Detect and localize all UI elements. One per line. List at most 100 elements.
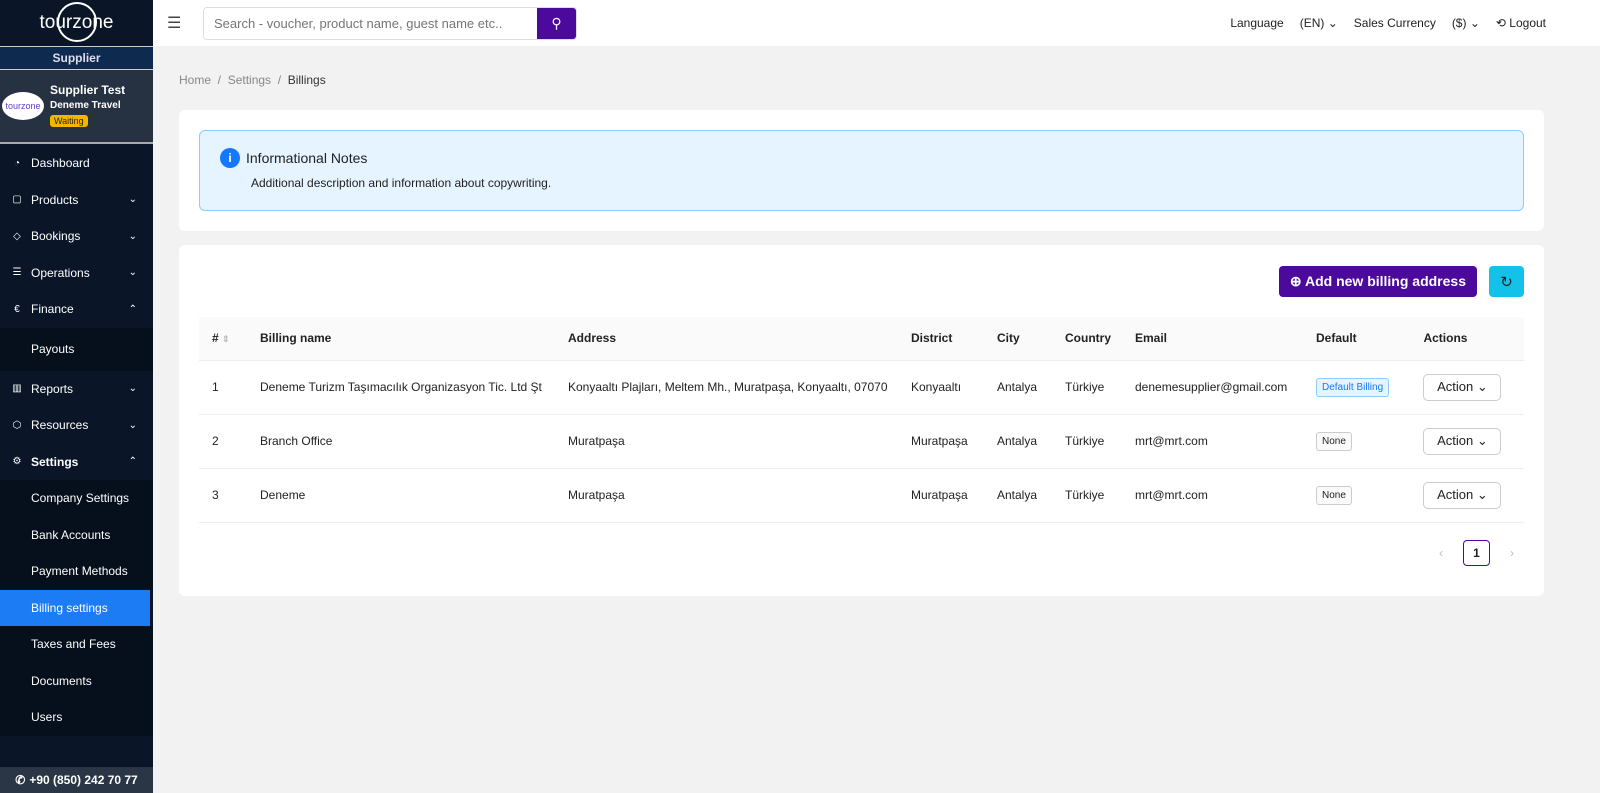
billing-card: ⊕ Add new billing address ↻ # ⇕ Billing … xyxy=(179,245,1544,596)
sidebar-item-taxes-and-fees[interactable]: Taxes and Fees xyxy=(0,626,153,663)
support-phone[interactable]: ✆ +90 (850) 242 70 77 xyxy=(0,767,153,793)
action-dropdown[interactable]: Action ⌄ xyxy=(1423,373,1502,401)
label: Dashboard xyxy=(31,156,90,171)
sidebar-item-payment-methods[interactable]: Payment Methods xyxy=(0,553,153,590)
cell-default: Default Billing xyxy=(1303,360,1411,415)
sidebar-item-products[interactable]: ▢ Products ⌄ xyxy=(0,182,153,219)
search-box: ⚲ xyxy=(203,6,577,40)
logout-button[interactable]: ⟲ Logout xyxy=(1496,16,1546,30)
col-number[interactable]: # ⇕ xyxy=(199,317,247,361)
sidebar-item-payouts[interactable]: Payouts xyxy=(0,327,153,371)
nav-menu: ◔ Dashboard ▢ Products ⌄ ◇ Bookings ⌄ ☰ Operat… xyxy=(0,145,153,736)
cell-name: Branch Office xyxy=(247,414,555,469)
action-dropdown[interactable]: Action ⌄ xyxy=(1423,427,1502,455)
label: Finance xyxy=(31,302,74,317)
chevron-down-icon: ⌄ xyxy=(128,194,137,206)
info-title: Informational Notes xyxy=(246,150,368,166)
info-icon: i xyxy=(220,148,240,168)
chevron-up-icon: ⌃ xyxy=(128,303,137,315)
currency-value: ($) xyxy=(1451,16,1467,30)
profile-card: tourzone Supplier Test Deneme Travel Wai… xyxy=(0,70,153,144)
search-icon: ⚲ xyxy=(551,14,562,31)
search-input[interactable] xyxy=(204,7,537,39)
language-select[interactable]: (EN) ⌄ xyxy=(1300,16,1338,30)
cell-address: Muratpaşa xyxy=(555,468,898,523)
chevron-down-icon: ⌄ xyxy=(1469,16,1480,30)
bag-icon: ▢ xyxy=(12,194,22,206)
company-name: Deneme Travel xyxy=(50,100,121,111)
cell-country: Türkiye xyxy=(1052,414,1122,469)
pagination: ‹ 1 › xyxy=(1439,540,1514,566)
sidebar-item-users[interactable]: Users xyxy=(0,699,153,736)
label: Documents xyxy=(31,673,92,688)
label: Users xyxy=(31,710,63,725)
col-country: Country xyxy=(1052,317,1122,361)
label: Resources xyxy=(31,418,89,433)
label: Payouts xyxy=(31,342,75,356)
table-row: 3 Deneme Muratpaşa Muratpaşa Antalya Türkiye m… xyxy=(199,468,1524,523)
action-dropdown[interactable]: Action ⌄ xyxy=(1423,481,1502,509)
sidebar-item-dashboard[interactable]: ◔ Dashboard xyxy=(0,145,153,182)
gauge-icon: ◔ xyxy=(13,157,21,169)
refresh-button[interactable]: ↻ xyxy=(1489,266,1524,297)
chevron-down-icon: ⌄ xyxy=(128,419,137,431)
sidebar-item-bookings[interactable]: ◇ Bookings ⌄ xyxy=(0,218,153,255)
label: Products xyxy=(31,192,79,207)
next-page-icon[interactable]: › xyxy=(1510,546,1514,560)
sidebar-item-resources[interactable]: ⬡ Resources ⌄ xyxy=(0,407,153,444)
collapse-menu-icon[interactable]: ☰ xyxy=(167,13,201,33)
cell-n: 1 xyxy=(199,360,247,415)
gear-icon: ⚙ xyxy=(12,456,22,468)
cell-district: Konyaaltı xyxy=(898,360,984,415)
plus-circle-icon: ⊕ xyxy=(1289,273,1302,289)
sidebar-item-reports[interactable]: ▥ Reports ⌄ xyxy=(0,371,153,408)
prev-page-icon[interactable]: ‹ xyxy=(1439,546,1443,560)
cell-address: Muratpaşa xyxy=(555,414,898,469)
role-label: Supplier xyxy=(0,46,153,70)
status-badge: Waiting xyxy=(50,115,88,127)
col-default: Default xyxy=(1303,317,1411,361)
col-city: City xyxy=(984,317,1052,361)
currency-label: Sales Currency xyxy=(1353,16,1436,30)
currency-select[interactable]: ($) ⌄ xyxy=(1452,16,1480,30)
cell-country: Türkiye xyxy=(1052,360,1122,415)
breadcrumb-settings[interactable]: Settings xyxy=(228,73,271,87)
euro-icon: € xyxy=(14,303,20,315)
language-value: (EN) xyxy=(1299,16,1325,30)
language-label: Language xyxy=(1230,16,1284,30)
cell-email: denemesupplier@gmail.com xyxy=(1122,360,1303,415)
cell-name: Deneme xyxy=(247,468,555,523)
add-billing-address-button[interactable]: ⊕ Add new billing address xyxy=(1278,266,1477,297)
default-badge: None xyxy=(1316,431,1352,451)
sidebar-item-company-settings[interactable]: Company Settings xyxy=(0,480,153,517)
avatar: tourzone xyxy=(2,92,44,120)
col-billing-name: Billing name xyxy=(247,317,555,361)
label: Payment Methods xyxy=(31,564,128,579)
label: Bank Accounts xyxy=(31,527,111,542)
chevron-up-icon: ⌃ xyxy=(128,456,137,468)
bar-chart-icon: ▥ xyxy=(12,383,22,395)
sidebar-item-settings[interactable]: ⚙ Settings ⌃ xyxy=(0,444,153,481)
breadcrumb-home[interactable]: Home xyxy=(179,73,211,87)
action-label: Action xyxy=(1437,487,1474,502)
sidebar-item-billing-settings[interactable]: Billing settings xyxy=(0,589,150,626)
sidebar-item-finance[interactable]: € Finance ⌃ xyxy=(0,291,153,328)
sidebar-item-operations[interactable]: ☰ Operations ⌄ xyxy=(0,255,153,292)
label: Taxes and Fees xyxy=(31,637,116,652)
sidebar-item-documents[interactable]: Documents xyxy=(0,662,153,699)
top-bar: ☰ ⚲ Language (EN) ⌄ Sales Currency ($) ⌄… xyxy=(153,0,1600,46)
cell-default: None xyxy=(1303,414,1411,469)
sidebar: tourzone Supplier tourzone Supplier Test… xyxy=(0,0,153,793)
label: Reports xyxy=(31,381,74,396)
refresh-icon: ↻ xyxy=(1500,273,1513,291)
label: Bookings xyxy=(31,229,81,244)
sidebar-item-bank-accounts[interactable]: Bank Accounts xyxy=(0,516,153,553)
logo[interactable]: tourzone xyxy=(0,0,153,46)
page-1[interactable]: 1 xyxy=(1463,540,1490,566)
cell-city: Antalya xyxy=(984,360,1052,415)
cell-actions: Action ⌄ xyxy=(1410,468,1524,523)
chevron-down-icon: ⌄ xyxy=(128,230,137,242)
search-button[interactable]: ⚲ xyxy=(537,7,576,39)
cell-city: Antalya xyxy=(984,468,1052,523)
label: Operations xyxy=(31,265,90,280)
